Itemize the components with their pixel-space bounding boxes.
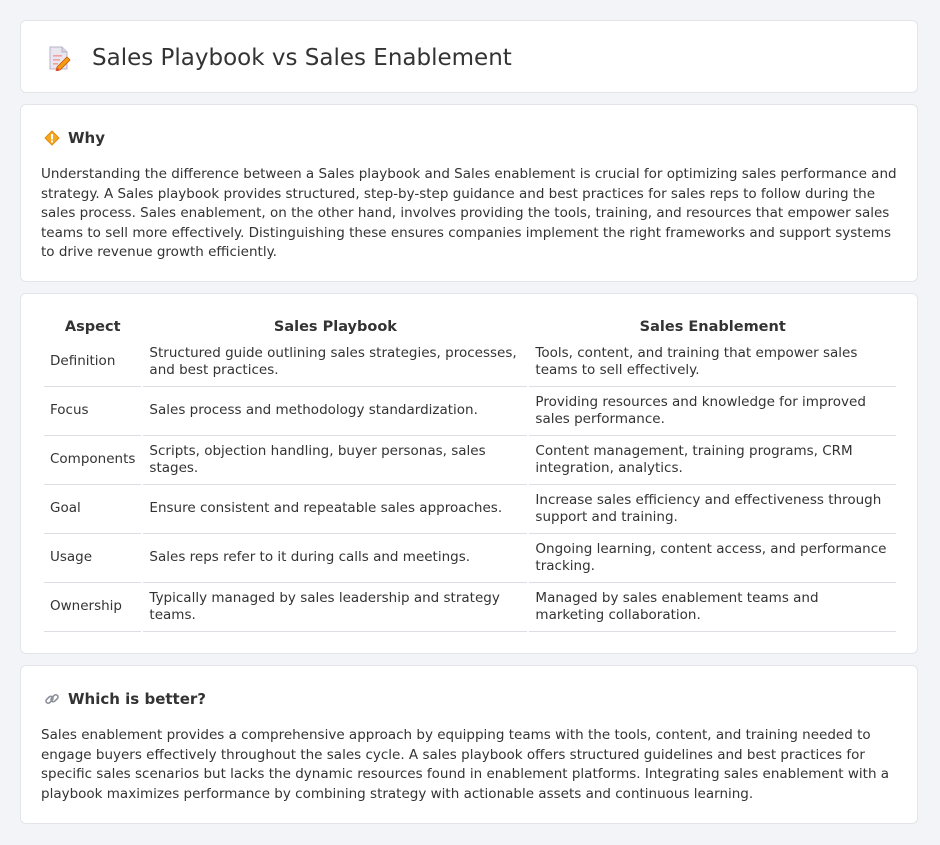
title-card: Sales Playbook vs Sales Enablement: [20, 20, 918, 93]
better-body: Sales enablement provides a comprehensiv…: [41, 727, 890, 802]
aspect-cell: Focus: [44, 387, 142, 436]
aspect-cell: Components: [44, 436, 142, 485]
enablement-cell: Providing resources and knowledge for im…: [529, 387, 896, 436]
aspect-cell: Definition: [44, 338, 142, 387]
table-row: Usage Sales reps refer to it during call…: [44, 534, 896, 583]
playbook-cell: Sales process and methodology standardiz…: [143, 387, 528, 436]
playbook-cell: Sales reps refer to it during calls and …: [143, 534, 528, 583]
which-better-card: Which is better? Sales enablement provid…: [20, 665, 918, 824]
comparison-card: Aspect Sales Playbook Sales Enablement D…: [20, 293, 918, 654]
better-heading: Which is better?: [68, 690, 206, 708]
playbook-cell: Typically managed by sales leadership an…: [143, 583, 528, 632]
why-heading: Why: [68, 129, 106, 147]
link-icon: [45, 693, 59, 705]
aspect-cell: Ownership: [44, 583, 142, 632]
why-header: Why: [44, 129, 105, 147]
why-body: Understanding the difference between a S…: [41, 166, 897, 261]
header-sales-enablement: Sales Enablement: [639, 319, 786, 335]
diamond-icon: [44, 130, 60, 146]
table-row: Ownership Typically managed by sales lea…: [44, 583, 896, 632]
playbook-cell: Ensure consistent and repeatable sales a…: [143, 485, 528, 534]
aspect-cell: Usage: [44, 534, 142, 583]
table-header-row: Aspect Sales Playbook Sales Enablement: [44, 316, 896, 338]
enablement-cell: Content management, training programs, C…: [529, 436, 896, 485]
comparison-table: Aspect Sales Playbook Sales Enablement D…: [42, 316, 898, 632]
enablement-cell: Ongoing learning, content access, and pe…: [529, 534, 896, 583]
enablement-cell: Tools, content, and training that empowe…: [529, 338, 896, 387]
title-row: Sales Playbook vs Sales Enablement: [47, 45, 512, 71]
document-pencil-icon: [49, 46, 71, 71]
page-title: Sales Playbook vs Sales Enablement: [92, 45, 512, 71]
table-row: Focus Sales process and methodology stan…: [44, 387, 896, 436]
header-sales-playbook: Sales Playbook: [273, 319, 397, 335]
why-card: Why Understanding the difference between…: [20, 104, 918, 282]
better-header: Which is better?: [44, 690, 206, 708]
table-row: Definition Structured guide outlining sa…: [44, 338, 896, 387]
enablement-cell: Increase sales efficiency and effectiven…: [529, 485, 896, 534]
playbook-cell: Scripts, objection handling, buyer perso…: [143, 436, 528, 485]
playbook-cell: Structured guide outlining sales strateg…: [143, 338, 528, 387]
table-row: Components Scripts, objection handling, …: [44, 436, 896, 485]
enablement-cell: Managed by sales enablement teams and ma…: [529, 583, 896, 632]
aspect-cell: Goal: [44, 485, 142, 534]
header-aspect: Aspect: [64, 319, 121, 335]
table-row: Goal Ensure consistent and repeatable sa…: [44, 485, 896, 534]
